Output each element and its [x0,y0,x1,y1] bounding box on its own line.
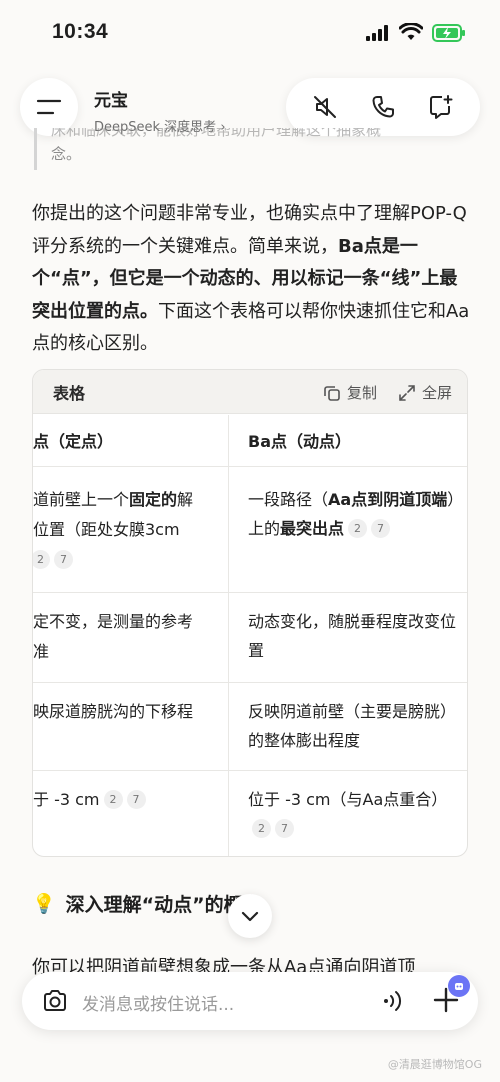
table-header-row: 点（定点） Ba点（动点） [33,415,467,467]
camera-icon[interactable] [42,989,68,1013]
speaker-mute-icon[interactable] [312,94,338,120]
message-input-bar: 发消息或按住说话... [22,972,478,1030]
copy-icon [324,385,340,401]
citation-badge[interactable]: 7 [371,519,391,538]
table-cell: 准 [33,642,50,661]
copy-button[interactable]: 复制 [323,382,377,403]
answer-paragraph: 你提出的这个问题非常专业，也确实点中了理解POP-Q评分系统的一个关键难点。简单… [32,198,472,361]
battery-charging-icon [432,24,465,42]
robot-icon [455,983,463,990]
menu-icon [36,99,62,115]
table-row: 映尿道膀胱沟的下移程 反映阴道前壁（主要是膀胱）的整体膨出程度 [33,683,467,771]
table-cell: 于 -3 cm 2 7 [33,785,146,814]
table-cell: 一段路径（Aa点到阴道顶端）上的最突出点 2 7 [248,490,456,538]
table-row: 道前壁上一个固定的解 位置（距处女膜3cm 27 一段路径（Aa点到阴道顶端）上… [33,467,467,593]
table-cell: 反映阴道前壁（主要是膀胱）的整体膨出程度 [248,702,457,750]
status-time: 10:34 [52,20,109,43]
table-cell: 动态变化，随脱垂程度改变位置 [248,612,457,660]
quoted-block: 床和临床关联，能很好地帮助用户理解这个抽象概 念。 [34,128,474,170]
lightbulb-icon: 💡 [32,893,56,915]
assistant-badge[interactable] [448,975,470,997]
chevron-down-icon [241,911,259,922]
voice-wave-icon[interactable] [382,989,404,1013]
citation-badge[interactable]: 7 [126,790,146,809]
scroll-to-bottom-button[interactable] [228,894,272,938]
citation-badge[interactable]: 2 [33,550,50,569]
table-label: 表格 [53,383,86,403]
watermark: @清晨逛博物馆OG [387,1058,482,1071]
quote-line: 念。 [51,145,82,163]
table-header-cell: 点（定点） [33,432,114,451]
citation-badge[interactable]: 2 [103,790,123,809]
quote-line: 床和临床关联，能很好地帮助用户理解这个抽象概 [51,128,382,139]
app-title: 元宝 [94,91,128,111]
phone-icon[interactable] [370,94,396,120]
table-cell: 道前壁上一个固定的解 [33,490,194,509]
citation-refs: 27 [33,545,73,574]
citation-badge[interactable]: 7 [275,819,294,838]
table-card-header: 表格 复制 全屏 [33,370,467,414]
table-header-cell: Ba点（动点） [248,432,351,451]
message-input[interactable]: 发消息或按住说话... [82,990,234,1015]
table-cell: 位置（距处女膜3cm [33,520,180,539]
new-chat-icon[interactable] [428,94,454,120]
cellular-signal-icon [366,25,388,41]
table-row: 于 -3 cm 2 7 位于 -3 cm（与Aa点重合）2 7 [33,771,467,856]
copy-label: 复制 [347,384,378,402]
wifi-icon [399,23,423,40]
citation-badge[interactable]: 2 [348,519,368,538]
table-row: 定不变，是测量的参考 准 动态变化，随脱垂程度改变位置 [33,593,467,683]
fullscreen-label: 全屏 [422,384,453,402]
table-cell: 映尿道膀胱沟的下移程 [33,702,194,721]
status-bar: 10:34 [0,0,500,66]
table-cell: 定不变，是测量的参考 [33,612,194,631]
citation-badge[interactable]: 7 [54,550,73,569]
table-card: 表格 复制 全屏 点（定点） Ba点（动点） 道前壁上一个固定的解 位置（距处女… [32,369,468,857]
citation-badge[interactable]: 2 [252,819,271,838]
expand-icon [399,384,415,401]
fullscreen-button[interactable]: 全屏 [398,382,452,403]
table-cell: 位于 -3 cm（与Aa点重合）2 7 [248,785,458,843]
